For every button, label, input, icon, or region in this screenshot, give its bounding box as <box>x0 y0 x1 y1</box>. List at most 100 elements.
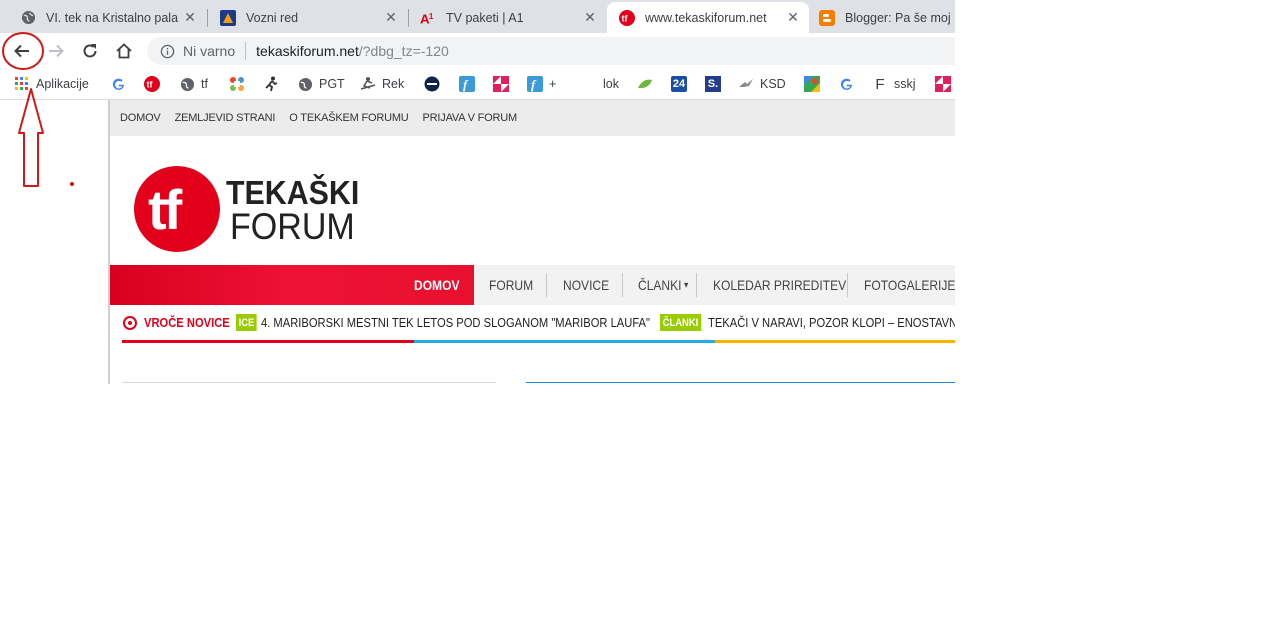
top-navigation: DOMOV ZEMLJEVID STRANI O TEKAŠKEM FORUMU… <box>110 100 955 136</box>
tab-title: Blogger: Pa še moj ... <box>845 10 955 25</box>
bookmark-label: KSD <box>760 77 786 91</box>
tab-strip: VI. tek na Kristalno pala ✕ Vozni red ✕ … <box>0 0 955 33</box>
bookmark-sskj[interactable]: F sskj <box>872 74 916 94</box>
nav-fotogalerije[interactable]: FOTOGALERIJE <box>864 265 955 305</box>
security-label: Ni varno <box>183 43 236 59</box>
bookmark-joomla[interactable] <box>229 74 251 94</box>
nav-separator <box>847 273 848 297</box>
bookmark-f1[interactable]: f <box>459 74 481 94</box>
bookmark-pinwheel[interactable] <box>493 74 515 94</box>
24ur-icon: 24 <box>671 76 687 92</box>
f-icon: f <box>459 76 475 92</box>
main-navigation: DOMOV FORUM NOVICE ČLANKI ▾ KOLEDAR PRIR… <box>110 265 955 305</box>
topnav-prijava[interactable]: PRIJAVA V FORUM <box>423 112 518 124</box>
logo-mark: tf <box>148 178 183 241</box>
topnav-domov[interactable]: DOMOV <box>120 112 161 124</box>
globe-icon <box>297 76 313 92</box>
a1-icon: A1 <box>420 10 436 26</box>
info-icon[interactable] <box>159 43 175 59</box>
bookmark-lok[interactable]: lok <box>603 74 619 94</box>
bookmark-runner[interactable] <box>263 74 285 94</box>
reload-icon <box>83 44 97 58</box>
tab-kristalno[interactable]: VI. tek na Kristalno pala ✕ <box>0 2 206 33</box>
bookmark-google[interactable] <box>110 74 132 94</box>
bookmark-pgt[interactable]: PGT <box>297 74 345 94</box>
url-path: /?dbg_tz=-120 <box>358 43 449 59</box>
tab-a1[interactable]: A1 TV paketi | A1 ✕ <box>400 2 606 33</box>
ticker-item[interactable]: TEKAČI V NARAVI, POZOR KLOPI – ENOSTAVNI… <box>708 315 955 330</box>
tf-icon: tf <box>619 9 635 26</box>
bookmark-tf[interactable]: tf <box>179 74 208 94</box>
pinwheel-icon <box>493 76 509 92</box>
bookmark-google-2[interactable] <box>838 74 860 94</box>
bookmark-f2[interactable]: f + <box>527 74 556 94</box>
home-button[interactable] <box>110 37 138 65</box>
content-box-right <box>526 382 955 383</box>
site-logo[interactable]: tf <box>132 166 222 252</box>
hot-news-icon <box>123 316 137 330</box>
hot-news-ticker: VROČE NOVICE ICE 4. MARIBORSKI MESTNI TE… <box>110 306 955 340</box>
runner-icon <box>263 76 279 92</box>
svg-text:tf: tf <box>622 13 629 23</box>
nav-domov[interactable]: DOMOV <box>414 265 459 305</box>
ticker-tag[interactable]: ČLANKI <box>660 314 701 331</box>
f-icon: f <box>527 76 543 92</box>
nav-novice[interactable]: NOVICE <box>563 265 609 305</box>
bookmark-leaf[interactable] <box>637 74 659 94</box>
nav-koledar[interactable]: KOLEDAR PRIREDITEV <box>713 265 846 305</box>
nav-forum[interactable]: FORUM <box>489 265 533 305</box>
close-icon[interactable]: ✕ <box>182 9 198 26</box>
google-icon <box>110 76 126 92</box>
tf-icon: tf <box>144 76 160 92</box>
tab-blogger[interactable]: Blogger: Pa še moj ... <box>809 2 955 33</box>
bookmarks-bar: Aplikacije tf tf PGT Rek f f + lok 24 S.… <box>0 69 955 100</box>
bookmark-label: + <box>549 77 557 91</box>
annotation-arrow-icon <box>18 88 44 187</box>
google-icon <box>838 76 854 92</box>
address-bar[interactable]: Ni varno tekaskiforum.net /?dbg_tz=-120 <box>147 37 955 65</box>
close-icon[interactable]: ✕ <box>383 9 399 26</box>
page-content: DOMOV ZEMLJEVID STRANI O TEKAŠKEM FORUMU… <box>108 100 955 384</box>
nav-separator <box>622 273 623 297</box>
ticker-tag[interactable]: ICE <box>236 314 257 331</box>
globe-icon <box>179 76 195 92</box>
s-icon: S. <box>705 76 721 92</box>
topnav-o-forumu[interactable]: O TEKAŠKEM FORUMU <box>289 112 408 124</box>
color-bar-red <box>122 340 414 343</box>
bookmark-pinwheel-2[interactable] <box>935 74 955 94</box>
topnav-zemljevid[interactable]: ZEMLJEVID STRANI <box>175 112 276 124</box>
bookmark-24ur[interactable]: 24 <box>671 74 693 94</box>
ticker-item[interactable]: 4. MARIBORSKI MESTNI TEK LETOS POD SLOGA… <box>261 315 650 330</box>
forward-button[interactable] <box>42 37 70 65</box>
globe-icon <box>20 10 36 26</box>
svg-text:tf: tf <box>147 80 154 90</box>
reload-button[interactable] <box>76 37 104 65</box>
tab-title: www.tekaskiforum.net <box>645 10 767 25</box>
bookmark-maps[interactable] <box>804 74 826 94</box>
leaf-icon <box>637 76 653 92</box>
bookmark-label: sskj <box>894 77 916 91</box>
divider <box>245 42 247 60</box>
bookmark-label: Rek <box>382 77 405 91</box>
nav-clanki[interactable]: ČLANKI <box>638 265 681 305</box>
back-button[interactable] <box>8 37 36 65</box>
tab-tekaskiforum[interactable]: tf www.tekaskiforum.net ✕ <box>607 2 809 33</box>
bookmark-dark-circle[interactable] <box>424 74 446 94</box>
bookmark-tf-red[interactable]: tf <box>144 74 166 94</box>
color-bar-blue <box>414 340 715 343</box>
bookmark-apps[interactable]: Aplikacije <box>14 74 89 94</box>
browser-window: VI. tek na Kristalno pala ✕ Vozni red ✕ … <box>0 0 955 384</box>
close-icon[interactable]: ✕ <box>582 9 598 26</box>
maps-icon <box>804 76 820 92</box>
close-icon[interactable]: ✕ <box>785 9 801 26</box>
tab-vozni-red[interactable]: Vozni red ✕ <box>200 2 407 33</box>
logo-line2: FORUM <box>230 206 355 247</box>
bookmark-s[interactable]: S. <box>705 74 727 94</box>
annotation-dot <box>70 182 74 186</box>
svg-text:1: 1 <box>429 11 434 20</box>
bookmark-rek[interactable]: Rek <box>360 74 404 94</box>
blogger-icon <box>819 9 835 26</box>
tab-title: TV paketi | A1 <box>446 10 524 25</box>
bookmark-ksd[interactable]: KSD <box>738 74 786 94</box>
f-letter-icon: F <box>875 75 885 93</box>
